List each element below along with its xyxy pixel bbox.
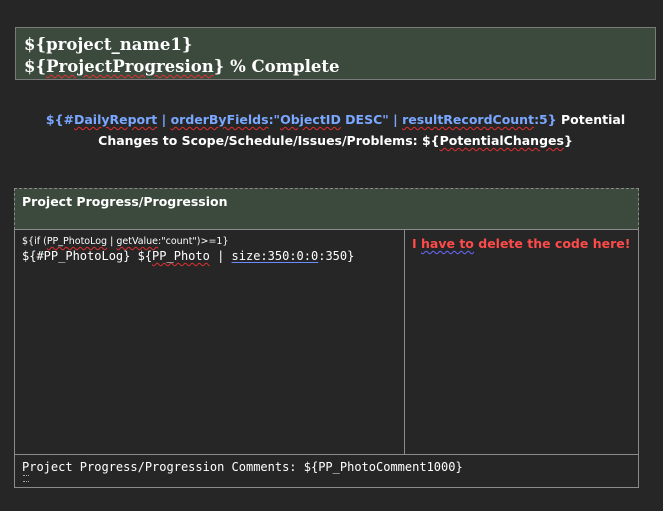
photo-log-condition: ${if (PP_PhotoLog | getValue:"count")>=1… [22,236,229,247]
progress-table-body: ${if (PP_PhotoLog | getValue:"count")>=1… [14,230,639,455]
project-name-field[interactable]: ${project_name1} [24,34,647,56]
object-id-token: ObjectID [280,112,341,127]
daily-report-line[interactable]: ${#DailyReport | orderByFields:"ObjectID… [15,109,656,151]
result-record-count-token: resultRecordCount [402,112,535,127]
progress-table: Project Progress/Progression ${if (PP_Ph… [14,188,639,488]
note-cell[interactable]: I have to delete the code here! [405,230,638,454]
photo-log-cell[interactable]: ${if (PP_PhotoLog | getValue:"count")>=1… [15,230,405,454]
project-header[interactable]: ${project_name1} ${ProjectProgresion} % … [15,27,656,80]
progress-table-header[interactable]: Project Progress/Progression [14,188,639,230]
comments-text: Project Progress/Progression Comments: $… [22,460,463,474]
comments-row[interactable]: Project Progress/Progression Comments: $… [14,455,639,488]
potential-changes-token: PotentialChanges [439,133,564,148]
project-progression-field[interactable]: ${ProjectProgresion} % Complete [24,56,647,78]
photo-log-template: ${#PP_PhotoLog} ${PP_Photo | size:350:0:… [22,249,355,263]
order-by-fields-token: orderByFields [170,112,269,127]
paragraph-mark-icon [23,475,29,482]
project-progression-token: ProjectProgresion [46,57,214,76]
progress-title: Project Progress/Progression [22,194,228,209]
daily-report-token: DailyReport [73,112,158,127]
